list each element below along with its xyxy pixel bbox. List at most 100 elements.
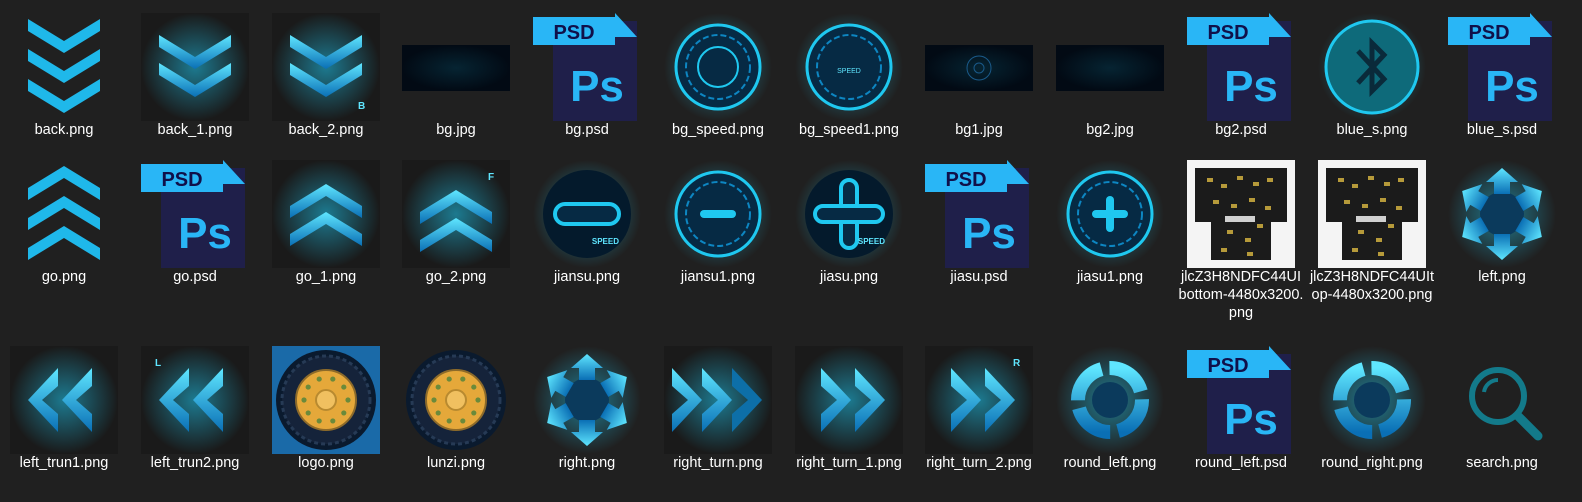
file-item[interactable]: right_turn_1.png <box>785 336 913 496</box>
photoshop-file-icon: PSD Ps <box>533 13 641 121</box>
file-item[interactable]: blue_s.png <box>1308 3 1436 163</box>
file-item[interactable]: go_1.png <box>262 150 390 310</box>
file-name-label: jlcZ3H8NDFC44UIbottom-4480x3200.png <box>1178 269 1304 321</box>
file-item[interactable]: round_left.png <box>1046 336 1174 496</box>
svg-text:B: B <box>358 101 365 112</box>
double-chevron-right-icon <box>795 346 903 454</box>
file-name-label: back_2.png <box>288 122 364 138</box>
file-name-label: logo.png <box>298 455 354 471</box>
file-item[interactable]: PSD Ps round_left.psd <box>1177 336 1305 496</box>
svg-text:R: R <box>1013 358 1021 369</box>
file-item[interactable]: jlcZ3H8NDFC44UIbottom-4480x3200.png <box>1177 150 1305 321</box>
file-name-label: bg_speed.png <box>672 122 764 138</box>
file-item[interactable]: right.png <box>523 336 651 496</box>
file-item[interactable]: PSD Ps bg.psd <box>523 3 651 163</box>
plus-speed-icon: SPEED <box>795 160 903 268</box>
file-item[interactable]: back_1.png <box>131 3 259 163</box>
file-item[interactable]: bg1.jpg <box>915 3 1043 163</box>
pcb-board-thumbnail <box>1187 160 1295 268</box>
chevrons-up-icon <box>10 160 118 268</box>
file-item[interactable]: right_turn.png <box>654 336 782 496</box>
file-name-label: jlcZ3H8NDFC44UItop-4480x3200.png <box>1309 269 1435 303</box>
file-item[interactable]: bg.jpg <box>392 3 520 163</box>
file-item[interactable]: PSD Ps blue_s.psd <box>1438 3 1566 163</box>
file-name-label: back_1.png <box>157 122 233 138</box>
file-item[interactable]: SPEED jiansu.png <box>523 150 651 310</box>
file-item[interactable]: Fgo_2.png <box>392 150 520 310</box>
file-name-label: blue_s.png <box>1336 122 1408 138</box>
file-name-label: bg.psd <box>565 122 609 138</box>
file-name-label: round_left.psd <box>1195 455 1287 471</box>
file-name-label: right_turn_2.png <box>926 455 1032 471</box>
file-item[interactable]: Bback_2.png <box>262 3 390 163</box>
file-name-label: round_left.png <box>1063 455 1157 471</box>
file-item[interactable]: go.png <box>0 150 128 310</box>
file-item[interactable]: PSD Ps bg2.psd <box>1177 3 1305 163</box>
chevrons-down-glow-icon <box>141 13 249 121</box>
minus-speed-icon: SPEED <box>533 160 641 268</box>
photoshop-file-icon: PSD Ps <box>1187 13 1295 121</box>
file-item[interactable]: left.png <box>1438 150 1566 310</box>
file-item[interactable]: search.png <box>1438 336 1566 496</box>
file-name-label: right_turn.png <box>673 455 763 471</box>
svg-text:Ps: Ps <box>178 209 232 258</box>
photoshop-file-icon: PSD Ps <box>1448 13 1556 121</box>
search-icon <box>1448 346 1556 454</box>
svg-text:PSD: PSD <box>1207 22 1248 44</box>
double-chevron-left-l-icon: L <box>141 346 249 454</box>
round-arrows-icon <box>1318 346 1426 454</box>
photoshop-file-icon: PSD Ps <box>925 160 1033 268</box>
file-item[interactable]: PSD Ps go.psd <box>131 150 259 310</box>
file-name-label: back.png <box>34 122 94 138</box>
file-item[interactable]: Lleft_trun2.png <box>131 336 259 496</box>
file-item[interactable]: logo.png <box>262 336 390 496</box>
svg-text:PSD: PSD <box>161 169 202 191</box>
round-arrows-icon <box>1056 346 1164 454</box>
file-name-label: blue_s.psd <box>1466 122 1538 138</box>
svg-text:Ps: Ps <box>1224 62 1278 111</box>
file-item[interactable]: bg2.jpg <box>1046 3 1174 163</box>
file-item[interactable]: left_trun1.png <box>0 336 128 496</box>
file-name-label: jiansu.png <box>553 269 621 285</box>
file-item[interactable]: SPEED bg_speed1.png <box>785 3 913 163</box>
double-chevron-right-r-icon: R <box>925 346 1033 454</box>
photoshop-file-icon: PSD Ps <box>141 160 249 268</box>
file-name-label: jiasu1.png <box>1076 269 1144 285</box>
file-item[interactable]: jiasu1.png <box>1046 150 1174 310</box>
file-name-label: go_1.png <box>295 269 357 285</box>
file-name-label: bg.jpg <box>436 122 476 138</box>
bluetooth-icon <box>1318 13 1426 121</box>
file-item[interactable]: Rright_turn_2.png <box>915 336 1043 496</box>
file-item[interactable]: jiansu1.png <box>654 150 782 310</box>
wheel-icon <box>402 346 510 454</box>
file-item[interactable]: PSD Ps jiasu.psd <box>915 150 1043 310</box>
file-item[interactable]: SPEED jiasu.png <box>785 150 913 310</box>
file-item[interactable]: back.png <box>0 3 128 163</box>
file-name-label: bg1.jpg <box>955 122 1003 138</box>
photoshop-file-icon: PSD Ps <box>1187 346 1295 454</box>
file-name-label: bg_speed1.png <box>799 122 899 138</box>
file-name-label: jiansu1.png <box>680 269 756 285</box>
file-name-label: left_trun1.png <box>19 455 109 471</box>
file-name-label: left_trun2.png <box>150 455 240 471</box>
file-name-label: bg2.jpg <box>1086 122 1134 138</box>
svg-text:PSD: PSD <box>553 22 594 44</box>
file-grid: back.png back_1.png Bback_2.png bg.jpg P… <box>0 0 1582 502</box>
svg-text:Ps: Ps <box>962 209 1016 258</box>
file-item[interactable]: lunzi.png <box>392 336 520 496</box>
plus-circle-icon <box>1056 160 1164 268</box>
rotate-arrows-icon <box>1448 160 1556 268</box>
file-item[interactable]: bg_speed.png <box>654 3 782 163</box>
file-item[interactable]: round_right.png <box>1308 336 1436 496</box>
dark-image-thumbnail <box>1056 13 1164 121</box>
file-name-label: go_2.png <box>425 269 487 285</box>
file-name-label: go.png <box>41 269 87 285</box>
svg-text:Ps: Ps <box>1485 62 1539 111</box>
svg-text:PSD: PSD <box>945 169 986 191</box>
rotate-arrows-icon <box>533 346 641 454</box>
chevrons-up-f-icon: F <box>402 160 510 268</box>
svg-text:Ps: Ps <box>1224 395 1278 444</box>
file-name-label: lunzi.png <box>426 455 486 471</box>
file-item[interactable]: jlcZ3H8NDFC44UItop-4480x3200.png <box>1308 150 1436 310</box>
svg-text:PSD: PSD <box>1207 355 1248 377</box>
